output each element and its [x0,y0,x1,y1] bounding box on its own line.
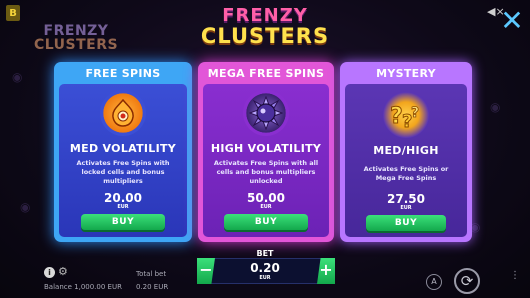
menu-icon[interactable]: ⋮ [510,271,520,281]
buy-free-spins-button[interactable]: BUY [81,214,165,230]
balance-text: Balance 1,000.00 EUR [44,283,122,291]
game-logo-line2: CLUSTERS [33,37,119,53]
feature-description: Activates Free Spins with locked cells a… [76,159,170,185]
card-header: MEGA FREE SPINS [207,66,325,80]
total-bet-label: Total bet [136,270,167,278]
price-currency: EUR [117,204,129,210]
title-line1: FRENZY [222,5,308,26]
close-icon[interactable]: ✕ [498,7,526,36]
feature-description: Activates Free Spins or Mega Free Spins [363,165,449,182]
svg-text:?: ? [390,104,403,129]
title-line2: CLUSTERS [200,24,330,48]
price-currency: EUR [260,204,272,210]
background-monster-eye-icon: ◉ [12,70,23,84]
card-body: ? ? ? MED/HIGH Activates Free Spins or M… [345,84,467,237]
spin-button[interactable]: ⟳ [454,268,480,294]
price-currency: EUR [400,205,412,211]
bet-currency: EUR [259,275,271,281]
info-icon[interactable]: i [44,267,55,278]
fire-eye-icon [100,90,146,136]
bet-label: BET [256,249,274,258]
volatility-label: HIGH VOLATILITY [210,142,322,155]
bet-value: 0.20 [250,261,280,275]
buy-mystery-button[interactable]: BUY [366,215,446,231]
total-bet-value: 0.20 EUR [136,283,169,291]
card-body: MED VOLATILITY Activates Free Spins with… [59,84,187,237]
card-header: FREE SPINS [85,66,161,80]
volatility-label: MED/HIGH [373,144,439,157]
mega-free-spins-card: MEGA FREE SPINS HIGH VOLATILITY Activate… [198,62,334,242]
autoplay-button[interactable]: A [426,274,442,290]
mystery-card: MYSTERY ? ? ? MED/HIGH Activates Free Sp… [340,62,472,242]
provider-badge: B [6,5,20,21]
feature-description: Activates Free Spins with all cells and … [213,159,319,185]
background-monster-eye-icon: ◉ [490,100,501,114]
free-spins-card: FREE SPINS MED VOLATILITY Activates Free… [54,62,192,242]
background-monster-eye-icon: ◉ [20,200,31,214]
card-body: HIGH VOLATILITY Activates Free Spins wit… [203,84,329,237]
feature-price: 20.00 [104,191,142,205]
feature-buy-title: FRENZY CLUSTERS [200,5,330,48]
gear-icon[interactable]: ⚙ [58,266,68,278]
feature-price: 27.50 [387,192,425,206]
game-logo-line1: FRENZY [43,23,109,39]
volatility-label: MED VOLATILITY [69,142,177,155]
svg-text:?: ? [411,105,419,121]
feature-price: 50.00 [247,191,285,205]
spiky-orb-icon [243,90,289,136]
card-header: MYSTERY [376,66,436,80]
buy-mega-free-spins-button[interactable]: BUY [224,214,308,230]
question-marks-icon: ? ? ? [383,92,429,138]
game-logo: FRENZY CLUSTERS [30,24,122,52]
